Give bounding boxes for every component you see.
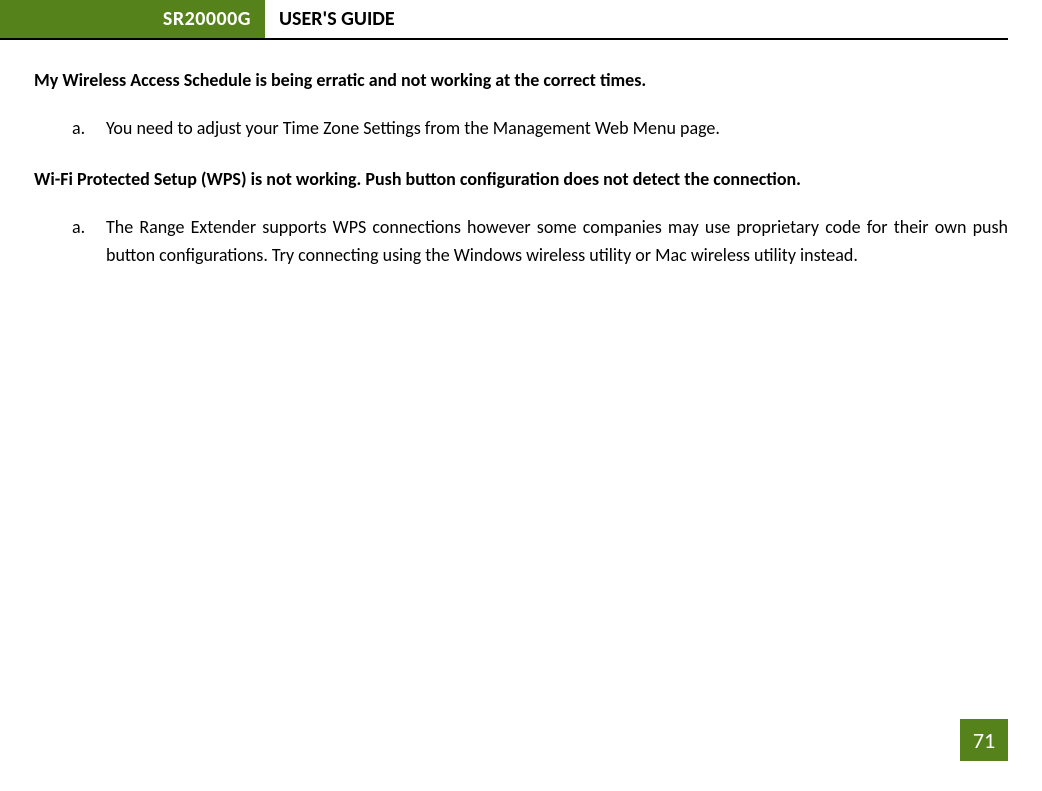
header-model-badge: SR20000G — [0, 0, 265, 38]
section-heading: My Wireless Access Schedule is being err… — [34, 68, 1008, 93]
header-bar: SR20000G USER'S GUIDE — [0, 0, 1008, 40]
header-title: USER'S GUIDE — [265, 0, 395, 38]
page-number: 71 — [960, 719, 1008, 761]
list-marker: a. — [72, 214, 106, 270]
list-item: a. You need to adjust your Time Zone Set… — [72, 115, 1008, 143]
list-text: You need to adjust your Time Zone Settin… — [106, 115, 1008, 143]
page-content: My Wireless Access Schedule is being err… — [0, 40, 1042, 270]
section-heading: Wi-Fi Protected Setup (WPS) is not worki… — [34, 167, 1008, 192]
list-text: The Range Extender supports WPS connecti… — [106, 214, 1008, 270]
list-marker: a. — [72, 115, 106, 143]
list-item: a. The Range Extender supports WPS conne… — [72, 214, 1008, 270]
